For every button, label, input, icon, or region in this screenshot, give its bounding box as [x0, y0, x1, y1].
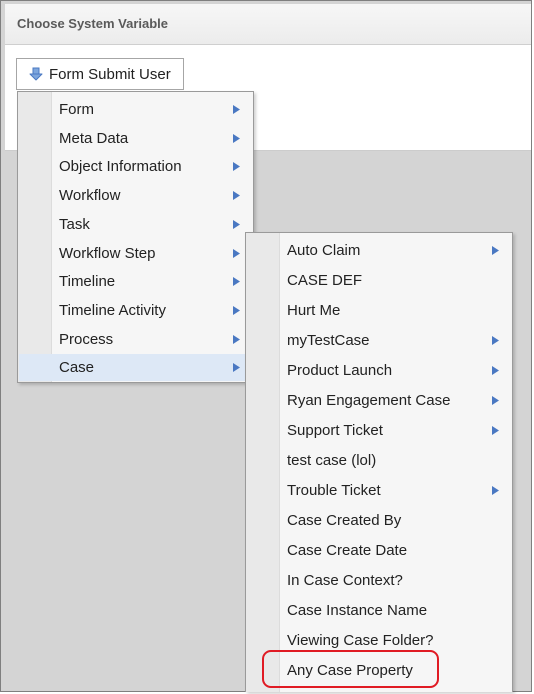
menu-item-label: Hurt Me [287, 301, 341, 319]
submenu-arrow-icon [492, 395, 499, 405]
dialog-header: Choose System Variable [5, 4, 531, 45]
submenu-arrow-icon [233, 162, 240, 172]
submenu-arrow-icon [492, 425, 499, 435]
menu-item-label: Case Instance Name [287, 601, 428, 619]
dialog-title: Choose System Variable [17, 16, 169, 31]
menu-item-test-case-lol[interactable]: test case (lol) [247, 446, 511, 474]
menu-item-label: Ryan Engagement Case [287, 391, 451, 409]
menu-item-ryan-engagement-case[interactable]: Ryan Engagement Case [247, 386, 511, 414]
menu-item-label: Product Launch [287, 361, 393, 379]
menu-item-label: Timeline Activity [59, 301, 166, 319]
submenu-arrow-icon [233, 334, 240, 344]
menu-item-label: Object Information [59, 158, 182, 176]
menu-item-object-information[interactable]: Object Information [19, 153, 252, 180]
menu-item-label: Trouble Ticket [287, 481, 381, 499]
menu-item-label: Case Create Date [287, 541, 408, 559]
menu-item-label: Timeline [59, 273, 116, 291]
submenu-arrow-icon [233, 133, 240, 143]
menu-item-support-ticket[interactable]: Support Ticket [247, 416, 511, 444]
submenu-arrow-icon [492, 485, 499, 495]
submenu-arrow-icon [233, 105, 240, 114]
submenu-arrow-icon [492, 365, 499, 375]
menu-item-case-instance-name[interactable]: Case Instance Name [247, 596, 511, 624]
menu-item-label: Task [59, 215, 90, 233]
case-submenu: Auto Claim CASE DEF Hurt Me myTestCase Produ… [245, 232, 513, 692]
menu-item-label: myTestCase [287, 331, 370, 349]
menu-item-hurt-me[interactable]: Hurt Me [247, 296, 511, 324]
menu-item-label: Support Ticket [287, 421, 383, 439]
menu-item-viewing-case-folder[interactable]: Viewing Case Folder? [247, 626, 511, 654]
menu-item-any-case-property[interactable]: Any Case Property [247, 656, 511, 684]
down-arrow-icon [29, 67, 43, 81]
submenu-arrow-icon [233, 363, 240, 373]
menu-item-timeline-activity[interactable]: Timeline Activity [19, 297, 252, 324]
menu-item-label: CASE DEF [287, 271, 363, 289]
submenu-arrow-icon [492, 245, 499, 255]
menu-item-meta-data[interactable]: Meta Data [19, 125, 252, 152]
menu-item-label: Form [59, 101, 94, 118]
menu-item-workflow-step[interactable]: Workflow Step [19, 240, 252, 267]
menu-item-label: In Case Context? [287, 571, 403, 589]
submenu-arrow-icon [233, 191, 240, 201]
menu-item-label: Meta Data [59, 129, 129, 147]
menu-item-in-case-context[interactable]: In Case Context? [247, 566, 511, 594]
menu-item-case-created-by[interactable]: Case Created By [247, 506, 511, 534]
menu-item-label: Any Case Property [287, 661, 413, 679]
menu-item-label: Workflow [59, 187, 121, 205]
variable-select-button[interactable]: Form Submit User [16, 58, 184, 90]
submenu-arrow-icon [233, 248, 240, 258]
menu-item-trouble-ticket[interactable]: Trouble Ticket [247, 476, 511, 504]
variable-select-label: Form Submit User [49, 65, 171, 83]
menu-item-process[interactable]: Process [19, 326, 252, 353]
menu-item-label: Workflow Step [59, 244, 156, 262]
menu-item-label: Process [59, 330, 114, 348]
menu-item-label: test case (lol) [287, 451, 377, 469]
menu-item-label: Auto Claim [287, 241, 361, 259]
menu-item-label: Case Created By [287, 511, 402, 529]
submenu-arrow-icon [492, 335, 499, 345]
menu-item-workflow[interactable]: Workflow [19, 182, 252, 209]
variable-category-menu: Form Meta Data Object Information Workflow T… [17, 91, 254, 383]
menu-item-auto-claim[interactable]: Auto Claim [247, 236, 511, 264]
menu-item-label: Viewing Case Folder? [287, 631, 434, 649]
menu-item-case-def[interactable]: CASE DEF [247, 266, 511, 294]
menu-item-product-launch[interactable]: Product Launch [247, 356, 511, 384]
submenu-arrow-icon [233, 219, 240, 229]
menu-item-case-create-date[interactable]: Case Create Date [247, 536, 511, 564]
menu-item-timeline[interactable]: Timeline [19, 268, 252, 295]
menu-item-case[interactable]: Case [19, 354, 252, 382]
menu-item-label: Case [59, 359, 95, 377]
menu-item-mytestcase[interactable]: myTestCase [247, 326, 511, 354]
submenu-arrow-icon [233, 277, 240, 287]
menu-item-form[interactable]: Form [19, 96, 252, 123]
menu-item-task[interactable]: Task [19, 211, 252, 238]
submenu-arrow-icon [233, 305, 240, 315]
